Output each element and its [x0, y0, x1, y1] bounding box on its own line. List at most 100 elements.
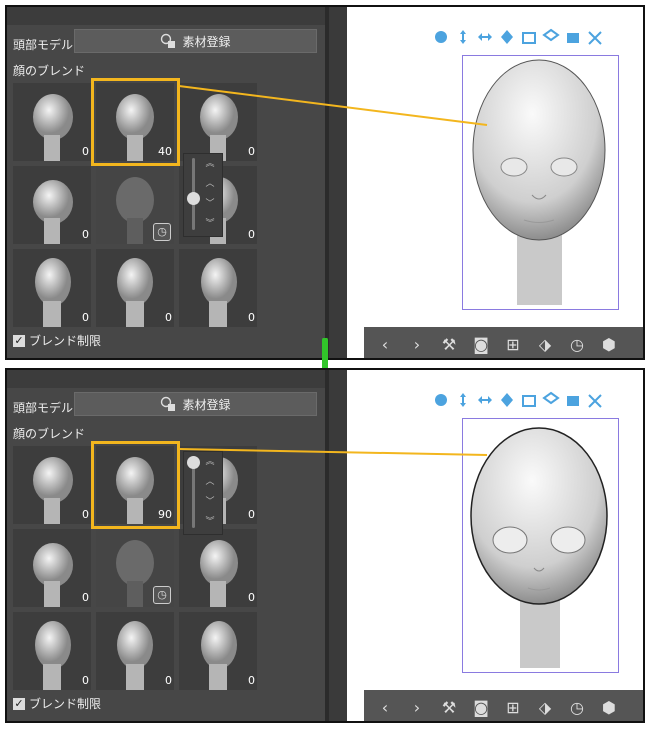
head-thumbnail [33, 543, 73, 607]
move-camera-icon[interactable] [432, 391, 450, 409]
head-thumbnail [117, 621, 153, 690]
up-arrow-icon[interactable]: ︿ [202, 176, 218, 189]
ground-icon[interactable]: ⬗ [534, 335, 556, 354]
blend-limit-checkbox[interactable]: ✓ ブレンド制限 [13, 332, 101, 349]
head-model-label: 頭部モデル [13, 401, 74, 415]
sub-tool-detail-pane: 頭部モデル 素材登録 顔のブレンド 0 90 0 0 ◷ 0 0 0 0 ︽ ︿… [7, 370, 329, 721]
panel-after: 頭部モデル 素材登録 顔のブレンド 0 90 0 0 ◷ 0 0 0 0 ︽ ︿… [5, 368, 645, 723]
timer-icon[interactable]: ◷ [153, 223, 171, 241]
panel-before: 頭部モデル 素材登録 顔のブレンド 0 40 0 0 ◷ 0 0 0 0 ︽ ︿… [5, 5, 645, 360]
move-camera-icon[interactable] [432, 28, 450, 46]
blend-cell-4[interactable]: 0 [13, 529, 91, 607]
blend-cell-8[interactable]: 0 [96, 249, 174, 327]
head-thumbnail [117, 258, 153, 327]
camera-front-icon[interactable] [520, 391, 538, 409]
face-blend-label: 顔のブレンド [13, 427, 86, 441]
head-thumbnail [33, 180, 73, 244]
zoom-icon[interactable] [476, 28, 494, 46]
head-thumbnail [33, 457, 73, 524]
rotate-icon[interactable] [498, 391, 516, 409]
chevron-left-icon[interactable]: ‹ [374, 335, 396, 354]
selected-cell-highlight [91, 78, 180, 166]
blend-cell-7[interactable]: 0 [13, 612, 91, 690]
timer-icon[interactable]: ◷ [153, 586, 171, 604]
head-thumbnail [201, 258, 237, 327]
camera-top-icon[interactable] [542, 28, 560, 46]
camera-side-icon[interactable] [564, 391, 582, 409]
pan-icon[interactable] [454, 28, 472, 46]
object-launcher: ‹ › ⚒ ◙ ⊞ ⬗ ◷ ⬢ [364, 327, 643, 358]
blend-cell-1[interactable]: 0 [13, 83, 91, 161]
chevron-right-icon[interactable]: › [406, 698, 428, 717]
blend-value: 0 [82, 591, 89, 604]
blend-cell-8[interactable]: 0 [96, 612, 174, 690]
chevron-right-icon[interactable]: › [406, 335, 428, 354]
camera-side-icon[interactable] [564, 28, 582, 46]
blend-value: 0 [248, 145, 255, 158]
blend-slider[interactable]: ︽ ︿ ﹀ ︾ [183, 153, 223, 237]
blend-value: 0 [82, 674, 89, 687]
head-thumbnail [35, 258, 71, 327]
model-icon[interactable]: ⬢ [598, 698, 620, 717]
face-blend-label: 顔のブレンド [13, 64, 86, 78]
blend-limit-label: ブレンド制限 [29, 697, 102, 711]
scroll-strip [329, 370, 347, 721]
camera-toolbar [432, 28, 604, 46]
register-material-label: 素材登録 [182, 397, 231, 412]
blend-value: 0 [82, 145, 89, 158]
fit-icon[interactable]: ⊞ [502, 335, 524, 354]
camera-front-icon[interactable] [520, 28, 538, 46]
head-model [472, 59, 606, 305]
blend-cell-4[interactable]: 0 [13, 166, 91, 244]
slider-knob[interactable] [187, 192, 200, 205]
sub-tool-detail-pane: 頭部モデル 素材登録 顔のブレンド 0 40 0 0 ◷ 0 0 0 0 ︽ ︿… [7, 7, 329, 358]
slider-knob[interactable] [187, 456, 200, 469]
zoom-icon[interactable] [476, 391, 494, 409]
blend-limit-label: ブレンド制限 [29, 334, 102, 348]
blend-value: 0 [248, 228, 255, 241]
head-thumbnail [200, 540, 238, 607]
camera-reset-icon[interactable] [586, 28, 604, 46]
head-thumbnail [33, 94, 73, 161]
blend-cell-3[interactable]: 0 [179, 83, 257, 161]
blend-cell-5[interactable]: ◷ [96, 529, 174, 607]
blend-slider[interactable]: ︽ ︿ ﹀ ︾ [183, 451, 223, 535]
min-arrow-icon[interactable]: ︾ [202, 514, 218, 527]
pose-icon[interactable]: ◷ [566, 698, 588, 717]
rotate-icon[interactable] [498, 28, 516, 46]
head-model-label: 頭部モデル [13, 38, 74, 52]
head-model [470, 427, 608, 668]
chevron-left-icon[interactable]: ‹ [374, 698, 396, 717]
wrench-icon[interactable]: ⚒ [438, 698, 460, 717]
camera-icon[interactable]: ◙ [470, 698, 492, 717]
up-arrow-icon[interactable]: ︿ [202, 474, 218, 487]
checkbox-checked-icon: ✓ [13, 696, 25, 710]
blend-cell-6[interactable]: 0 [179, 529, 257, 607]
blend-cell-7[interactable]: 0 [13, 249, 91, 327]
scroll-strip [329, 7, 347, 358]
register-material-button[interactable]: 素材登録 [74, 392, 317, 416]
wrench-icon[interactable]: ⚒ [438, 335, 460, 354]
blend-limit-checkbox[interactable]: ✓ ブレンド制限 [13, 695, 101, 712]
pose-icon[interactable]: ◷ [566, 335, 588, 354]
camera-top-icon[interactable] [542, 391, 560, 409]
down-arrow-icon[interactable]: ﹀ [202, 494, 218, 507]
ground-icon[interactable]: ⬗ [534, 698, 556, 717]
register-material-button[interactable]: 素材登録 [74, 29, 317, 53]
camera-icon[interactable]: ◙ [470, 335, 492, 354]
pan-icon[interactable] [454, 391, 472, 409]
blend-cell-9[interactable]: 0 [179, 249, 257, 327]
fit-icon[interactable]: ⊞ [502, 698, 524, 717]
blend-cell-9[interactable]: 0 [179, 612, 257, 690]
blend-value: 0 [82, 228, 89, 241]
down-arrow-icon[interactable]: ﹀ [202, 196, 218, 209]
blend-cell-5[interactable]: ◷ [96, 166, 174, 244]
min-arrow-icon[interactable]: ︾ [202, 216, 218, 229]
model-icon[interactable]: ⬢ [598, 335, 620, 354]
max-arrow-icon[interactable]: ︽ [202, 454, 218, 467]
blend-cell-1[interactable]: 0 [13, 446, 91, 524]
camera-reset-icon[interactable] [586, 391, 604, 409]
blend-value: 0 [165, 311, 172, 324]
max-arrow-icon[interactable]: ︽ [202, 156, 218, 169]
blend-value: 0 [248, 591, 255, 604]
